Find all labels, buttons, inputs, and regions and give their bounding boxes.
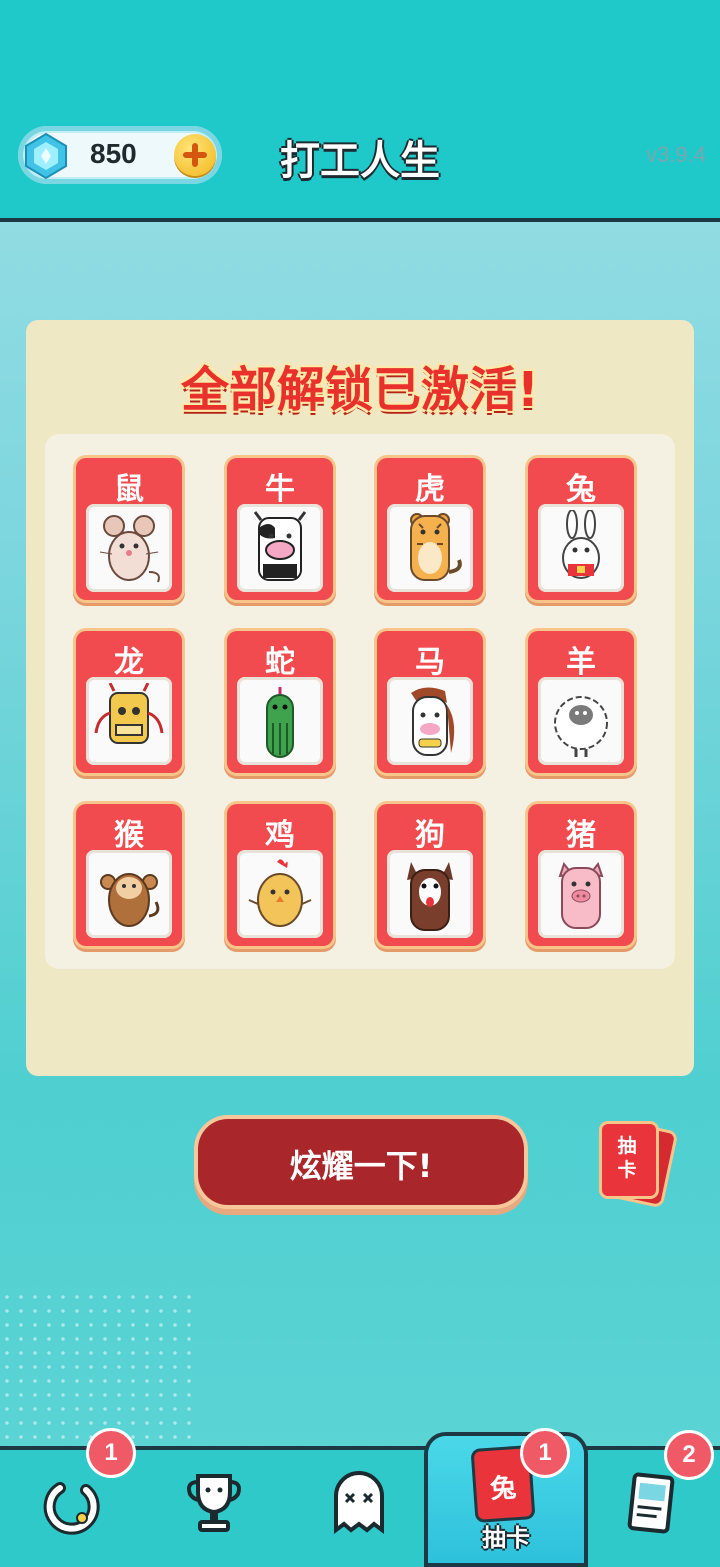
card-label: 猪 (566, 818, 596, 853)
dragon-icon (94, 683, 164, 744)
card-label: 兔 (566, 472, 596, 507)
nav-item-book[interactable]: 2 (586, 1430, 720, 1563)
zodiac-card-horse[interactable]: 马 (377, 631, 483, 773)
zodiac-card-pig[interactable]: 猪 (528, 804, 634, 946)
app-title: 打工人生 (280, 138, 440, 184)
zodiac-grid: 鼠 牛 虎 兔 龙 蛇 马 羊 猴 鸡 狗 猪 (45, 434, 675, 969)
zodiac-card-tiger[interactable]: 虎 (377, 458, 483, 600)
nav-label-draw-card: 抽卡 (482, 1524, 530, 1552)
card-label: 牛 (265, 472, 295, 507)
nav-item-trophy[interactable] (142, 1446, 286, 1563)
zodiac-panel: 全部解锁已激活! 鼠 牛 虎 兔 龙 蛇 马 羊 猴 鸡 狗 猪 (26, 320, 694, 1076)
notification-badge: 2 (664, 1430, 714, 1480)
card-label: 龙 (114, 645, 144, 680)
card-label: 鼠 (114, 472, 144, 507)
draw-deck-label: 抽卡 (617, 1135, 637, 1181)
notification-badge: 1 (520, 1428, 570, 1478)
zodiac-card-monkey[interactable]: 猴 (76, 804, 182, 946)
rabbit-icon (562, 510, 600, 579)
ghost-icon (334, 1471, 384, 1534)
zodiac-card-dog[interactable]: 狗 (377, 804, 483, 946)
panel-title: 全部解锁已激活! (181, 362, 539, 418)
horse-icon (411, 687, 455, 756)
card-label: 猴 (114, 818, 144, 853)
zodiac-card-snake[interactable]: 蛇 (227, 631, 333, 773)
card-label: 羊 (566, 645, 596, 680)
dog-icon (407, 862, 453, 931)
sheep-icon (554, 696, 608, 757)
zodiac-card-rat[interactable]: 鼠 (76, 458, 182, 600)
monkey-icon (100, 873, 160, 927)
draw-card-button[interactable]: 抽卡 (600, 1122, 680, 1205)
top-bar: 850 打工人生 v3.9.4 (0, 0, 720, 222)
nav-item-ghost[interactable] (288, 1446, 428, 1563)
card-label: 虎 (415, 472, 445, 507)
card-label: 蛇 (265, 645, 295, 680)
zodiac-card-rabbit[interactable]: 兔 (528, 458, 634, 600)
notification-badge: 1 (86, 1428, 136, 1478)
snake-icon (266, 687, 294, 758)
ox-icon (253, 511, 307, 581)
zodiac-card-sheep[interactable]: 羊 (528, 631, 634, 773)
rat-icon (99, 515, 160, 583)
zodiac-card-dragon[interactable]: 龙 (76, 631, 182, 773)
zodiac-card-chicken[interactable]: 鸡 (227, 804, 333, 946)
show-off-label: 炫耀一下! (289, 1147, 433, 1185)
decorative-dots (0, 1290, 200, 1440)
zodiac-card-ox[interactable]: 牛 (227, 458, 333, 600)
card-label: 马 (415, 645, 445, 680)
show-off-button[interactable]: 炫耀一下! (198, 1119, 524, 1205)
trophy-icon (187, 1474, 241, 1532)
version-label: v3.9.4 (646, 142, 706, 167)
card-label: 狗 (415, 818, 445, 853)
nav-item-ring[interactable]: 1 (0, 1428, 140, 1563)
card-label: 鸡 (265, 818, 295, 853)
chicken-icon (248, 859, 312, 927)
pig-icon (558, 861, 604, 929)
tiger-icon (410, 513, 462, 581)
book-icon (627, 1472, 675, 1534)
ring-icon (43, 1482, 100, 1535)
